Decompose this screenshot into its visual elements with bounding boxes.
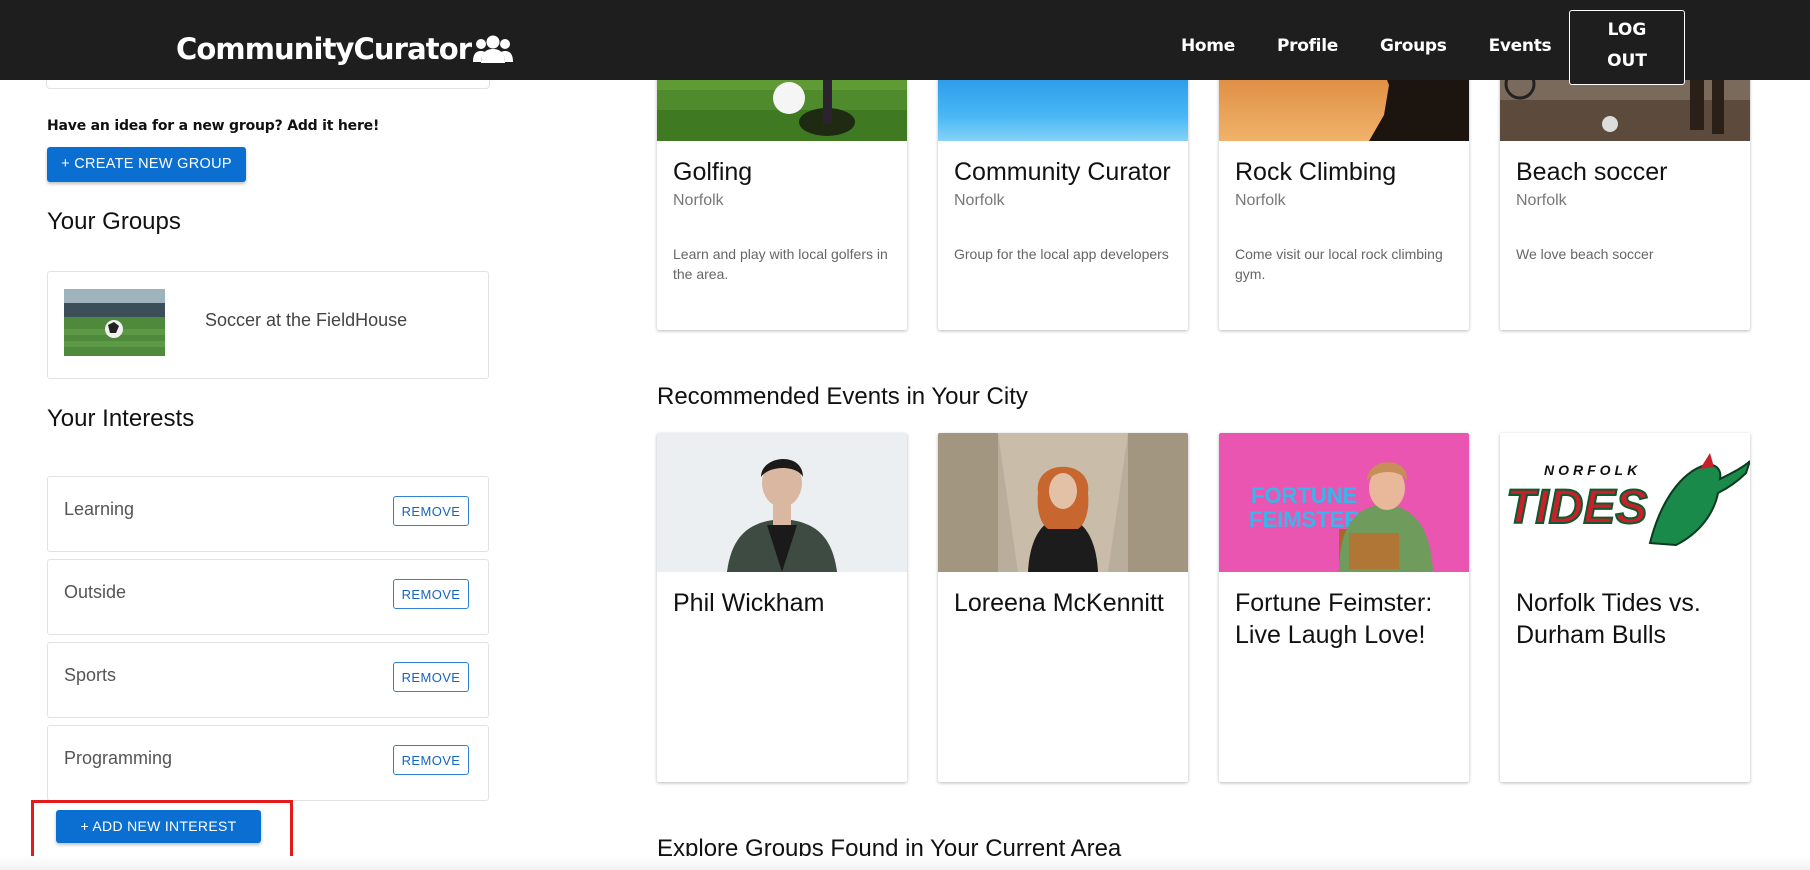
top-navbar: CommunityCurator Home Profile Groups Eve… — [0, 0, 1810, 85]
remove-interest-button[interactable]: REMOVE — [393, 662, 469, 692]
logout-button[interactable]: LOG OUT — [1569, 10, 1685, 85]
card-city: Norfolk — [1235, 192, 1286, 209]
interest-item-programming: Programming REMOVE — [47, 725, 489, 801]
logo-main-text: TIDES — [1506, 481, 1647, 534]
event-card-fortune-feimster[interactable]: FORTUNE FEIMSTER Fortune Feimster: Live … — [1219, 433, 1469, 782]
remove-interest-button[interactable]: REMOVE — [393, 745, 469, 775]
group-card-golfing[interactable]: Golfing Norfolk Learn and play with loca… — [657, 60, 907, 330]
card-description: Come visit our local rock climbing gym. — [1235, 246, 1443, 282]
logout-label-line1: LOG — [1607, 20, 1647, 40]
logo-top-text: NORFOLK — [1544, 462, 1641, 478]
event-image-norfolk-tides: NORFOLK TIDES — [1500, 433, 1750, 572]
card-title: Beach soccer — [1516, 158, 1668, 186]
create-group-prompt: Have an idea for a new group? Add it her… — [47, 118, 380, 134]
nav-events-link[interactable]: Events — [1489, 36, 1552, 56]
your-interests-title: Your Interests — [47, 405, 195, 432]
event-card-norfolk-tides[interactable]: NORFOLK TIDES Norfolk Tides vs. Durham B… — [1500, 433, 1750, 782]
highlight-annotation — [31, 800, 293, 861]
brand-name: CommunityCurator — [176, 32, 472, 66]
group-thumbnail — [64, 289, 165, 356]
card-city: Norfolk — [1516, 192, 1567, 209]
group-card-rock-climbing[interactable]: Rock Climbing Norfolk Come visit our loc… — [1219, 60, 1469, 330]
poster-text-line2: FEIMSTER — [1249, 507, 1360, 532]
page-bottom-shadow — [0, 856, 1810, 870]
recommended-events-title: Recommended Events in Your City — [657, 383, 1028, 410]
brand-logo[interactable]: CommunityCurator — [176, 27, 514, 71]
your-groups-title: Your Groups — [47, 208, 181, 235]
card-title: Rock Climbing — [1235, 158, 1397, 186]
card-city: Norfolk — [673, 192, 724, 209]
card-title: Loreena McKennitt — [954, 589, 1164, 617]
card-description: Learn and play with local golfers in the… — [673, 246, 888, 282]
event-card-loreena-mckennitt[interactable]: Loreena McKennitt — [938, 433, 1188, 782]
interest-label: Sports — [64, 665, 117, 685]
interest-label: Outside — [64, 582, 127, 602]
nav-links: Home Profile Groups Events — [1181, 36, 1593, 56]
interest-item-sports: Sports REMOVE — [47, 642, 489, 718]
card-title: Community Curator — [954, 158, 1171, 186]
logout-label-line2: OUT — [1607, 51, 1647, 71]
card-title: Fortune Feimster: Live Laugh Love! — [1235, 589, 1433, 649]
card-title: Phil Wickham — [673, 589, 825, 617]
interest-item-learning: Learning REMOVE — [47, 476, 489, 552]
card-title: Golfing — [673, 158, 753, 186]
card-description: Group for the local app developers — [954, 246, 1169, 262]
event-image-fortune-feimster: FORTUNE FEIMSTER — [1219, 433, 1469, 572]
event-card-phil-wickham[interactable]: Phil Wickham — [657, 433, 907, 782]
users-icon — [473, 35, 514, 63]
poster-text-line1: FORTUNE — [1251, 483, 1357, 508]
remove-interest-button[interactable]: REMOVE — [393, 579, 469, 609]
card-title: Norfolk Tides vs. Durham Bulls — [1516, 589, 1701, 649]
group-card-beach-soccer[interactable]: Beach soccer Norfolk We love beach socce… — [1500, 60, 1750, 330]
event-image-phil-wickham — [657, 433, 907, 572]
interest-label: Programming — [64, 748, 173, 768]
remove-interest-button[interactable]: REMOVE — [393, 496, 469, 526]
group-list-item[interactable]: Soccer at the FieldHouse — [47, 271, 489, 379]
nav-groups-link[interactable]: Groups — [1380, 36, 1447, 56]
create-group-button[interactable]: + CREATE NEW GROUP — [47, 147, 246, 182]
interest-item-outside: Outside REMOVE — [47, 559, 489, 635]
event-image-loreena-mckennitt — [938, 433, 1188, 572]
card-description: We love beach soccer — [1516, 246, 1654, 262]
group-name: Soccer at the FieldHouse — [205, 310, 408, 330]
card-city: Norfolk — [954, 192, 1005, 209]
nav-home-link[interactable]: Home — [1181, 36, 1235, 56]
group-card-community-curator[interactable]: Community Curator Norfolk Group for the … — [938, 60, 1188, 330]
interest-label: Learning — [64, 499, 135, 519]
nav-profile-link[interactable]: Profile — [1277, 36, 1338, 56]
